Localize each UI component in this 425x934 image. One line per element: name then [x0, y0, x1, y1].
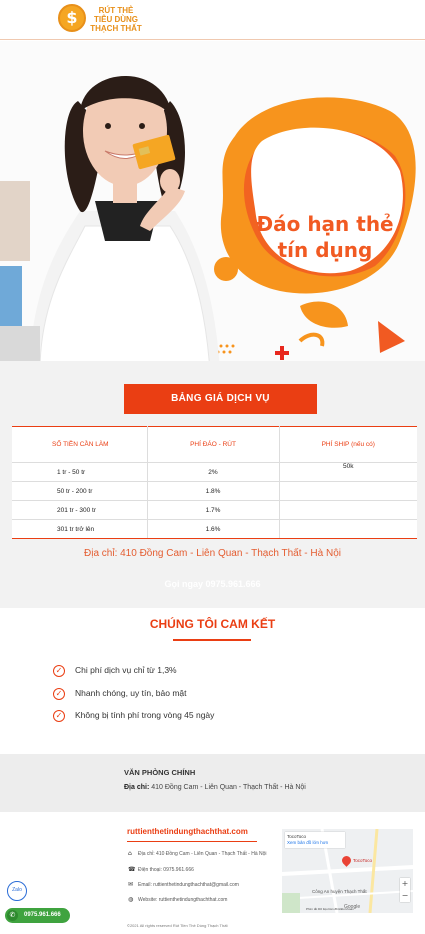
office-address-label: Địa chỉ: [124, 784, 150, 791]
site-header: $ RÚT THẺ TIÊU DÙNG THẠCH THẤT [0, 0, 425, 40]
phone-icon: ✆ [7, 910, 18, 921]
footer-website[interactable]: ◍ Website: ruttienthetindungthachthat.com [128, 896, 227, 904]
table-row: 1 tr - 50 tr 2% 50k [12, 462, 417, 482]
call-now-link[interactable]: Gọi ngay 0975.961.666 [0, 579, 425, 589]
pricing-section: BẢNG GIÁ DỊCH VỤ SỐ TIỀN CẦN LÀM PHÍ ĐÁO… [0, 361, 425, 608]
check-circle-icon: ✓ [53, 687, 65, 700]
footer-email-text[interactable]: Email: ruttienthetindungthachthat@gmail.… [138, 882, 239, 888]
commitment-text: Nhanh chóng, uy tín, bảo mật [75, 688, 187, 698]
site-footer: ruttienthetindungthachthat.com ⌂ Địa chỉ:… [0, 812, 425, 934]
coin-logo-icon: $ [58, 4, 86, 32]
google-map-embed[interactable]: TocoToco Xem bản đồ lớn hơn TocoToco Côn… [282, 829, 413, 913]
check-circle-icon: ✓ [53, 664, 65, 677]
commitment-text: Không bị tính phí trong vòng 45 ngày [75, 710, 215, 720]
ship-cell [279, 500, 417, 520]
amount-cell: 1 tr - 50 tr [12, 462, 148, 482]
call-phone-button[interactable]: ✆ 0975.961.666 [5, 908, 70, 923]
commitment-text: Chi phí dịch vụ chỉ từ 1,3% [75, 665, 177, 675]
office-address: Địa chỉ: 410 Đồng Cam - Liên Quan - Thạc… [124, 784, 306, 791]
ship-cell [279, 519, 417, 539]
larger-map-link[interactable]: Xem bản đồ lớn hơn [287, 840, 343, 846]
footer-phone[interactable]: ☎ Điện thoại: 0975.961.666 [128, 866, 194, 874]
hero-title: Đáo hạn thẻ tín dụng [256, 212, 394, 262]
footer-address-text: Địa chỉ: 410 Đồng Cam - Liên Quan - Thạc… [138, 851, 267, 857]
fee-cell: 2% [147, 462, 280, 482]
map-place-card: TocoToco Xem bản đồ lớn hơn [285, 832, 345, 848]
table-row: 201 tr - 300 tr 1.7% [12, 500, 417, 520]
logo-text: RÚT THẺ TIÊU DÙNG THẠCH THẤT [90, 6, 142, 33]
amount-cell: 201 tr - 300 tr [12, 500, 148, 520]
phone-icon: ☎ [128, 866, 136, 873]
office-section: VĂN PHÒNG CHÍNH Địa chỉ: 410 Đồng Cam - … [0, 754, 425, 812]
hero-illustration [0, 41, 425, 361]
zoom-in-button[interactable]: + [400, 878, 410, 890]
commitment-item: ✓ Nhanh chóng, uy tín, bảo mật [53, 686, 187, 702]
footer-site-name[interactable]: ruttienthetindungthachthat.com [127, 827, 248, 836]
home-icon: ⌂ [128, 850, 132, 857]
fee-cell: 1.6% [147, 519, 280, 539]
office-title: VĂN PHÒNG CHÍNH [124, 768, 196, 777]
footer-address: ⌂ Địa chỉ: 410 Đồng Cam - Liên Quan - Thạ… [128, 850, 267, 858]
pricing-address: Địa chỉ: 410 Đồng Cam - Liên Quan - Thạc… [84, 548, 341, 559]
map-nearby-label: Công An huyện Thạch Thất [312, 889, 367, 894]
amount-cell: 50 tr - 200 tr [12, 481, 148, 501]
check-circle-icon: ✓ [53, 709, 65, 722]
fee-cell: 1.7% [147, 500, 280, 520]
column-header-fee: PHÍ ĐÁO - RÚT [147, 426, 280, 463]
site-name-underline [127, 841, 257, 842]
fee-cell: 1.8% [147, 481, 280, 501]
footer-phone-text[interactable]: Điện thoại: 0975.961.666 [138, 867, 194, 873]
zalo-chat-button[interactable]: Zalo [7, 881, 27, 901]
commitment-section: CHÚNG TÔI CAM KẾT ✓ Chi phí dịch vụ chỉ t… [0, 608, 425, 754]
zoom-out-button[interactable]: − [400, 890, 410, 902]
table-header-row: SỐ TIỀN CẦN LÀM PHÍ ĐÁO - RÚT PHÍ SHIP (… [12, 426, 417, 463]
copyright: ©2021 All rights reserved Rút Tiền Thẻ D… [127, 923, 228, 928]
footer-website-text[interactable]: Website: ruttienthetindungthachthat.com [138, 897, 227, 903]
footer-email[interactable]: ✉ Email: ruttienthetindungthachthat@gmail… [128, 881, 239, 889]
commitment-title: CHÚNG TÔI CAM KẾT [149, 617, 276, 631]
column-header-amount: SỐ TIỀN CẦN LÀM [12, 426, 148, 463]
table-row: 301 tr trở lên 1.6% [12, 519, 417, 539]
envelope-icon: ✉ [128, 881, 134, 888]
table-row: 50 tr - 200 tr 1.8% [12, 481, 417, 501]
pricing-table: SỐ TIỀN CẦN LÀM PHÍ ĐÁO - RÚT PHÍ SHIP (… [12, 426, 417, 539]
map-pin-label: TocoToco [353, 858, 373, 863]
pricing-title-button[interactable]: BẢNG GIÁ DỊCH VỤ [124, 384, 317, 414]
column-header-ship: PHÍ SHIP (nếu có) [279, 426, 417, 463]
map-terms[interactable]: Phím tắt Dữ liệu bản đồ Điều khoản [306, 907, 354, 911]
globe-icon: ◍ [128, 896, 134, 903]
map-zoom-controls: + − [400, 878, 410, 902]
amount-cell: 301 tr trở lên [12, 519, 148, 539]
ship-cell: 50k [279, 462, 417, 482]
hero-banner: Đáo hạn thẻ tín dụng [0, 41, 425, 361]
office-address-value: 410 Đồng Cam - Liên Quan - Thạch Thất - … [151, 784, 306, 791]
commitment-item: ✓ Không bị tính phí trong vòng 45 ngày [53, 708, 214, 724]
commitment-item: ✓ Chi phí dịch vụ chỉ từ 1,3% [53, 663, 177, 679]
ship-cell [279, 481, 417, 501]
call-phone-number[interactable]: 0975.961.666 [24, 912, 61, 918]
site-logo[interactable]: $ RÚT THẺ TIÊU DÙNG THẠCH THẤT [58, 4, 148, 36]
title-underline [173, 639, 251, 641]
